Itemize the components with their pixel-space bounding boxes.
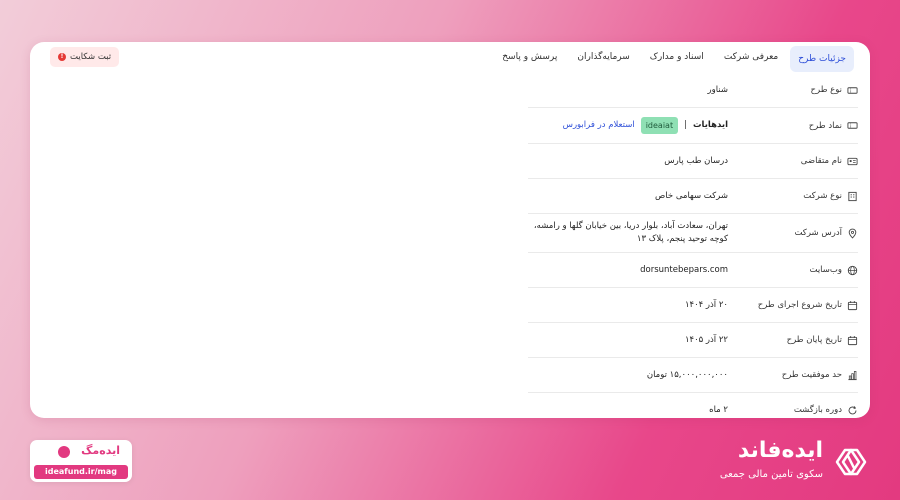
detail-value: ۱۵,۰۰۰,۰۰۰,۰۰۰ تومان	[646, 369, 728, 380]
detail-row-applicant: نام متقاضی درسان طب پارس	[528, 144, 858, 179]
detail-value: شناور	[707, 84, 729, 95]
detail-label: نوع شرکت	[803, 191, 842, 201]
symbol-name: ایدهایات	[692, 120, 728, 130]
refresh-icon	[847, 405, 858, 416]
building-icon	[847, 191, 858, 202]
tab-documents[interactable]: اسناد و مدارک	[642, 46, 712, 68]
ideafund-logo-icon	[835, 448, 867, 476]
detail-label: تاریخ پایان طرح	[786, 335, 842, 345]
detail-value: درسان طب پارس	[664, 155, 728, 166]
symbol-badge: ideaiat	[640, 117, 679, 134]
detail-value: شرکت سهامی خاص	[655, 190, 728, 201]
detail-label: تاریخ شروع اجرای طرح	[757, 300, 842, 310]
detail-label: وب‌سایت	[809, 265, 842, 275]
ticket-icon	[847, 120, 858, 131]
detail-value: تهران، سعادت آباد، بلوار دریا، بین خیابا…	[533, 221, 728, 244]
detail-label: نام متقاضی	[800, 156, 842, 166]
brand-name: ایده‌فاند	[737, 438, 823, 463]
globe-icon	[847, 265, 858, 276]
calendar-icon	[847, 335, 858, 346]
detail-row-success-threshold: حد موفقیت طرح ۱۵,۰۰۰,۰۰۰,۰۰۰ تومان	[528, 358, 858, 393]
detail-label: آدرس شرکت	[794, 228, 842, 238]
details-list: نوع طرح شناور نماد طرح ایدهایات | ideaia…	[528, 73, 858, 418]
tab-investors[interactable]: سرمایه‌گذاران	[569, 46, 637, 68]
detail-value: ۲۰ آذر ۱۴۰۴	[684, 299, 728, 310]
detail-row-company-type: نوع شرکت شرکت سهامی خاص	[528, 179, 858, 214]
detail-label: نوع طرح	[810, 85, 842, 95]
detail-label: حد موفقیت طرح	[781, 370, 842, 380]
chart-icon	[847, 370, 858, 381]
detail-value: ۲ ماه	[709, 404, 728, 415]
detail-row-payback-period: دوره بازگشت ۲ ماه	[528, 393, 858, 418]
detail-row-website: وب‌سایت dorsuntebepars.com	[528, 253, 858, 288]
detail-row-address: آدرس شرکت تهران، سعادت آباد، بلوار دریا،…	[528, 214, 858, 253]
separator: |	[684, 120, 687, 130]
tab-company-intro[interactable]: معرفی شرکت	[716, 46, 786, 68]
mag-url: ideafund.ir/mag	[34, 465, 128, 479]
idea-mag-badge[interactable]: ایده‌مگ ideafund.ir/mag	[30, 440, 132, 482]
complaint-label: ثبت شکایت	[70, 52, 112, 62]
fara-bourse-inquiry-link[interactable]: استعلام در فرابورس	[563, 119, 635, 132]
mag-logo-icon	[58, 446, 70, 458]
location-icon	[847, 228, 858, 239]
detail-label: نماد طرح	[808, 120, 842, 131]
detail-row-end-date: تاریخ پایان طرح ۲۲ آذر ۱۴۰۵	[528, 323, 858, 358]
tab-plan-details[interactable]: جزئیات طرح	[790, 46, 854, 72]
warning-icon: !	[58, 53, 66, 61]
ticket-icon	[847, 85, 858, 96]
detail-row-plan-type: نوع طرح شناور	[528, 73, 858, 108]
ideafund-brand: ایده‌فاند سکوی تامین مالی جمعی	[705, 436, 875, 488]
website-link[interactable]: dorsuntebepars.com	[528, 253, 728, 287]
detail-row-plan-symbol: نماد طرح ایدهایات | ideaiat استعلام در ف…	[528, 108, 858, 144]
detail-value: ۲۲ آذر ۱۴۰۵	[684, 334, 728, 345]
tab-bar: جزئیات طرح معرفی شرکت اسناد و مدارک سرما…	[494, 46, 854, 72]
complaint-button[interactable]: ثبت شکایت !	[50, 47, 120, 67]
calendar-icon	[847, 300, 858, 311]
brand-tagline: سکوی تامین مالی جمعی	[719, 469, 823, 480]
details-card: جزئیات طرح معرفی شرکت اسناد و مدارک سرما…	[30, 42, 870, 418]
detail-label: دوره بازگشت	[793, 405, 842, 415]
tab-faq[interactable]: پرسش و پاسخ	[494, 46, 565, 68]
detail-row-start-date: تاریخ شروع اجرای طرح ۲۰ آذر ۱۴۰۴	[528, 288, 858, 323]
id-card-icon	[847, 156, 858, 167]
detail-value: ایدهایات | ideaiat استعلام در فرابورس	[528, 108, 728, 143]
mag-title: ایده‌مگ	[81, 444, 120, 457]
